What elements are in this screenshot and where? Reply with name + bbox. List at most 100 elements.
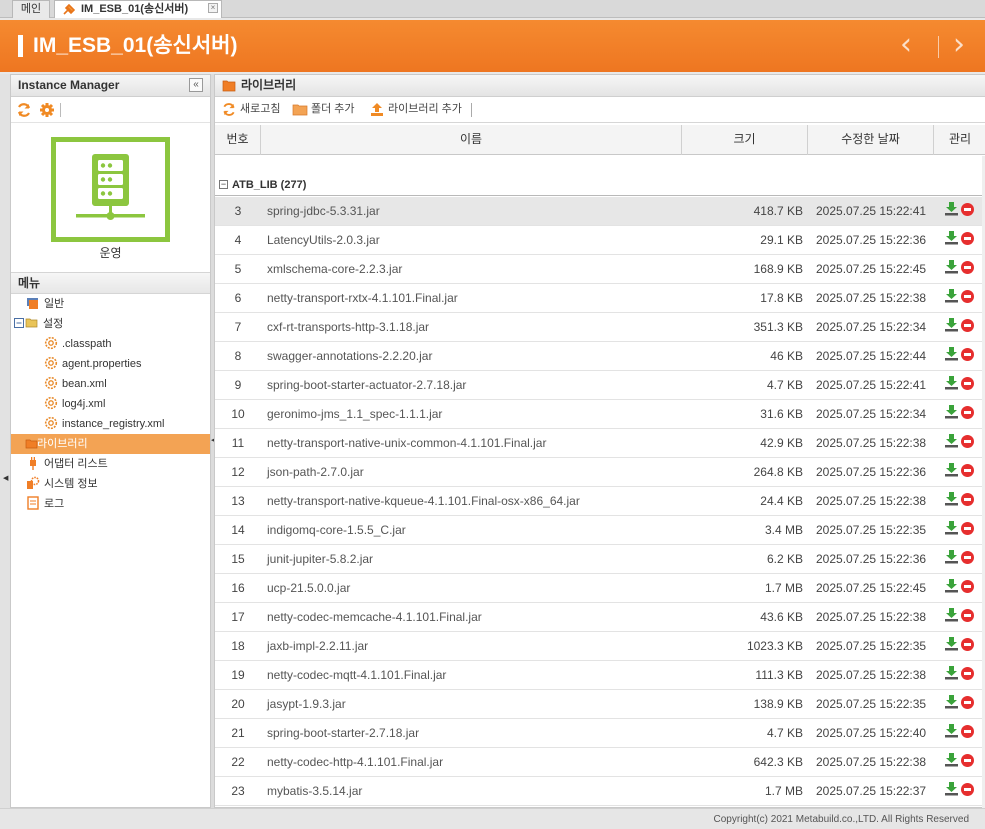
add-folder-button[interactable]: 폴더 추가 [292,97,355,122]
collapse-group-icon[interactable]: − [219,180,228,189]
table-row[interactable]: 16 ucp-21.5.0.0.jar 1.7 MB 2025.07.25 15:22… [215,574,985,603]
delete-icon[interactable] [961,783,974,796]
table-row[interactable]: 3 spring-jdbc-5.3.31.jar 418.7 KB 2025.07.2… [215,197,985,226]
download-icon[interactable] [944,752,959,767]
tree-item-agent-properties[interactable]: agent.properties [44,354,142,374]
download-icon[interactable] [944,462,959,477]
delete-icon[interactable] [961,290,974,303]
tree-item-bean-xml[interactable]: bean.xml [44,374,107,394]
tab-im-esb-01[interactable]: IM_ESB_01(송신서버) × [54,0,222,18]
file-size: 1023.3 KB [746,639,803,653]
collapse-tree-icon[interactable] [14,316,24,330]
download-icon[interactable] [944,433,959,448]
close-tab-icon[interactable]: × [208,3,218,13]
download-icon[interactable] [944,636,959,651]
table-row[interactable]: 15 junit-jupiter-5.8.2.jar 6.2 KB 2025.07.2… [215,545,985,574]
column-header-name[interactable]: 이름 [261,125,682,155]
delete-icon[interactable] [961,348,974,361]
download-icon[interactable] [944,346,959,361]
add-library-button[interactable]: 라이브러리 추가 [369,97,462,122]
server-status-tile[interactable] [51,137,170,242]
delete-icon[interactable] [961,203,974,216]
gear-icon[interactable] [39,102,55,118]
table-row[interactable]: 10 geronimo-jms_1.1_spec-1.1.1.jar 31.6 KB… [215,400,985,429]
file-size: 31.6 KB [760,407,803,421]
delete-icon[interactable] [961,609,974,622]
download-icon[interactable] [944,201,959,216]
delete-icon[interactable] [961,261,974,274]
download-icon[interactable] [944,491,959,506]
table-row[interactable]: 13 netty-transport-native-kqueue-4.1.101.… [215,487,985,516]
delete-icon[interactable] [961,493,974,506]
table-row[interactable]: 19 netty-codec-mqtt-4.1.101.Final.jar 111.… [215,661,985,690]
tree-item-settings[interactable]: 설정 [14,314,63,334]
download-icon[interactable] [944,694,959,709]
column-header-size[interactable]: 크기 [682,125,808,155]
tree-item-log4j-xml[interactable]: log4j.xml [44,394,105,414]
expand-arrow-icon[interactable]: ◀ [3,474,8,482]
table-row[interactable]: 4 LatencyUtils-2.0.3.jar 29.1 KB 2025.07.25… [215,226,985,255]
delete-icon[interactable] [961,725,974,738]
table-row[interactable]: 12 json-path-2.7.0.jar 264.8 KB 2025.07.25 … [215,458,985,487]
tree-item-log[interactable]: 로그 [26,494,64,514]
delete-icon[interactable] [961,667,974,680]
download-icon[interactable] [944,665,959,680]
download-icon[interactable] [944,607,959,622]
tree-item-system-info[interactable]: 시스템 정보 [26,474,98,494]
delete-icon[interactable] [961,232,974,245]
tree-item-library[interactable]: 라이브러리 [11,434,210,454]
delete-icon[interactable] [961,319,974,332]
refresh-icon[interactable] [16,102,32,118]
table-row[interactable]: 5 xmlschema-core-2.2.3.jar 168.9 KB 2025.07… [215,255,985,284]
tab-main[interactable]: 메인 [12,0,50,18]
tree-item-classpath[interactable]: .classpath [44,334,112,354]
table-row[interactable]: 14 indigomq-core-1.5.5_C.jar 3.4 MB 2025.07… [215,516,985,545]
download-icon[interactable] [944,375,959,390]
table-row[interactable]: 21 spring-boot-starter-2.7.18.jar 4.7 KB 20… [215,719,985,748]
tree-item-general[interactable]: 일반 [26,294,64,314]
column-header-date[interactable]: 수정한 날짜 [808,125,934,155]
download-icon[interactable] [944,549,959,564]
group-row-atb-lib[interactable]: − ATB_LIB (277) [215,174,985,196]
table-row[interactable]: 9 spring-boot-starter-actuator-2.7.18.jar… [215,371,985,400]
delete-icon[interactable] [961,754,974,767]
delete-icon[interactable] [961,580,974,593]
modified-date: 2025.07.25 15:22:45 [816,262,927,276]
delete-icon[interactable] [961,638,974,651]
download-icon[interactable] [944,317,959,332]
delete-icon[interactable] [961,406,974,419]
collapse-panel-icon[interactable]: « [189,78,203,92]
tree-item-instance-registry[interactable]: instance_registry.xml [44,414,165,434]
download-icon[interactable] [944,259,959,274]
delete-icon[interactable] [961,377,974,390]
table-row[interactable]: 8 swagger-annotations-2.2.20.jar 46 KB 2025… [215,342,985,371]
table-row[interactable]: 18 jaxb-impl-2.2.11.jar 1023.3 KB 2025.07.2… [215,632,985,661]
refresh-button[interactable]: 새로고침 [221,97,280,122]
download-icon[interactable] [944,520,959,535]
download-icon[interactable] [944,723,959,738]
delete-icon[interactable] [961,551,974,564]
delete-icon[interactable] [961,522,974,535]
table-row[interactable]: 6 netty-transport-rxtx-4.1.101.Final.jar 1… [215,284,985,313]
download-icon[interactable] [944,578,959,593]
table-row[interactable]: 7 cxf-rt-transports-http-3.1.18.jar 351.3 … [215,313,985,342]
download-icon[interactable] [944,404,959,419]
table-row[interactable]: 22 netty-codec-http-4.1.101.Final.jar 642.… [215,748,985,777]
download-icon[interactable] [944,288,959,303]
chevron-right-icon[interactable]: › [953,30,977,60]
table-row[interactable]: 23 mybatis-3.5.14.jar 1.7 MB 2025.07.25 15:… [215,777,985,806]
chevron-left-icon[interactable]: ‹ [900,30,924,60]
download-icon[interactable] [944,230,959,245]
download-icon[interactable] [944,781,959,796]
tree-item-adapter-list[interactable]: 어댑터 리스트 [26,454,108,474]
table-row[interactable]: 17 netty-codec-memcache-4.1.101.Final.jar… [215,603,985,632]
gear-icon [44,416,58,430]
delete-icon[interactable] [961,464,974,477]
row-actions [941,400,985,428]
column-header-no[interactable]: 번호 [215,125,261,155]
modified-date: 2025.07.25 15:22:34 [816,320,927,334]
delete-icon[interactable] [961,696,974,709]
table-row[interactable]: 11 netty-transport-native-unix-common-4.1… [215,429,985,458]
table-row[interactable]: 20 jasypt-1.9.3.jar 138.9 KB 2025.07.25 15:… [215,690,985,719]
delete-icon[interactable] [961,435,974,448]
